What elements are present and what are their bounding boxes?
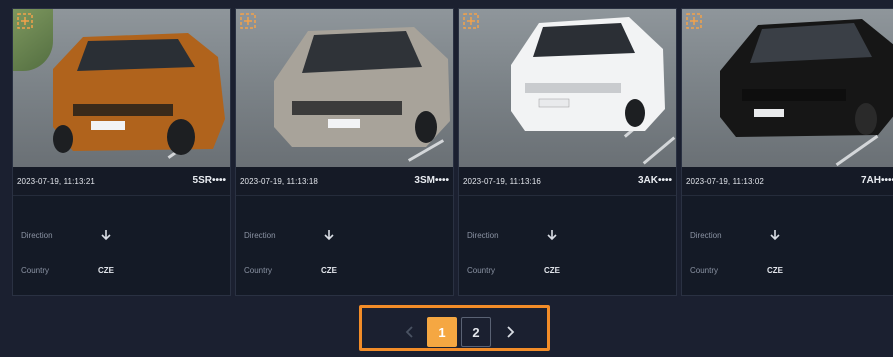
country-row: Country CZE: [21, 266, 114, 275]
car-image: [511, 17, 665, 131]
direction-row: Direction: [244, 230, 334, 241]
license-plate: 3AK••••: [637, 175, 672, 186]
zone-icon: [17, 13, 33, 29]
country-value: CZE: [321, 266, 337, 275]
zone-icon: [686, 13, 702, 29]
chevron-right-icon: [507, 326, 515, 338]
direction-row: Direction: [21, 230, 111, 241]
timestamp: 2023-07-19, 11:13:18: [240, 177, 318, 186]
country-label: Country: [21, 266, 50, 275]
card-caption: 2023-07-19, 11:13:18 3SM••••: [236, 167, 453, 196]
next-page-button[interactable]: [495, 317, 525, 347]
vehicle-photo[interactable]: [236, 9, 453, 167]
arrow-down-icon: [101, 230, 111, 241]
car-image: [720, 19, 893, 137]
recognition-card[interactable]: 2023-07-19, 11:13:02 7AH•••• Direction C…: [681, 8, 893, 296]
country-value: CZE: [98, 266, 114, 275]
vehicle-photo[interactable]: [682, 9, 893, 167]
country-value: CZE: [767, 266, 783, 275]
country-row: Country CZE: [690, 266, 783, 275]
zone-icon: [463, 13, 479, 29]
country-label: Country: [244, 266, 273, 275]
direction-row: Direction: [467, 230, 557, 241]
pagination: 1 2: [359, 305, 550, 351]
page-2-button[interactable]: 2: [461, 317, 491, 347]
country-label: Country: [690, 266, 719, 275]
vehicle-photo[interactable]: [13, 9, 230, 167]
country-label: Country: [467, 266, 496, 275]
country-row: Country CZE: [244, 266, 337, 275]
plate-image: [754, 109, 784, 117]
prev-page-button[interactable]: [395, 317, 425, 347]
page-1-button[interactable]: 1: [427, 317, 457, 347]
license-plate: 3SM••••: [414, 175, 449, 186]
recognition-card[interactable]: 2023-07-19, 11:13:16 3AK•••• Direction C…: [458, 8, 677, 296]
arrow-down-icon: [324, 230, 334, 241]
arrow-down-icon: [547, 230, 557, 241]
country-value: CZE: [544, 266, 560, 275]
card-caption: 2023-07-19, 11:13:21 5SR••••: [13, 167, 230, 196]
country-row: Country CZE: [467, 266, 560, 275]
plate-image: [91, 121, 125, 130]
direction-label: Direction: [467, 231, 499, 240]
timestamp: 2023-07-19, 11:13:16: [463, 177, 541, 186]
car-image: [53, 33, 225, 155]
card-caption: 2023-07-19, 11:13:16 3AK••••: [459, 167, 676, 196]
direction-row: Direction: [690, 230, 780, 241]
timestamp: 2023-07-19, 11:13:21: [17, 177, 95, 186]
license-plate: 7AH••••: [860, 175, 893, 186]
recognition-grid: 2023-07-19, 11:13:21 5SR•••• Direction C…: [12, 8, 893, 296]
card-caption: 2023-07-19, 11:13:02 7AH••••: [682, 167, 893, 196]
timestamp: 2023-07-19, 11:13:02: [686, 177, 764, 186]
vehicle-photo[interactable]: [459, 9, 676, 167]
direction-label: Direction: [21, 231, 53, 240]
arrow-down-icon: [770, 230, 780, 241]
recognition-card[interactable]: 2023-07-19, 11:13:21 5SR•••• Direction C…: [12, 8, 231, 296]
direction-label: Direction: [244, 231, 276, 240]
recognition-card[interactable]: 2023-07-19, 11:13:18 3SM•••• Direction C…: [235, 8, 454, 296]
license-plate: 5SR••••: [192, 175, 226, 186]
chevron-left-icon: [405, 326, 413, 338]
zone-icon: [240, 13, 256, 29]
car-image: [274, 27, 450, 147]
direction-label: Direction: [690, 231, 722, 240]
plate-image: [538, 98, 570, 108]
plate-image: [328, 119, 360, 128]
